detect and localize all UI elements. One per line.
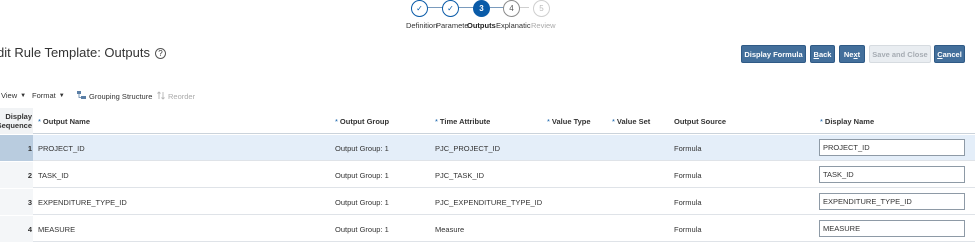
required-icon: * [547, 116, 550, 126]
cell-output-name: TASK_ID [38, 170, 69, 180]
grouping-structure-button[interactable]: Grouping Structure [77, 91, 152, 102]
cell-output-name: PROJECT_ID [38, 143, 85, 153]
column-header-display-sequence[interactable]: Display Sequence [0, 108, 33, 134]
save-and-close-button: Save and Close [869, 45, 931, 63]
display-name-input[interactable]: EXPENDITURE_TYPE_ID [819, 193, 965, 210]
train-label-parameters[interactable]: Paramete [436, 21, 469, 30]
required-icon: * [820, 116, 823, 126]
grouping-icon [77, 91, 86, 102]
column-header-output-name[interactable]: * Output Name [38, 108, 90, 134]
help-icon[interactable]: ? [154, 48, 166, 59]
cell-time-attribute: Measure [435, 224, 465, 234]
display-name-input[interactable]: PROJECT_ID [819, 139, 965, 156]
table-row[interactable]: 4 MEASURE Output Group: 1 Measure Formul… [0, 216, 975, 242]
train-label-review: Review [531, 21, 556, 30]
cell-output-group: Output Group: 1 [335, 170, 389, 180]
table-header: Display Sequence * Output Name * Output Gro… [0, 108, 975, 134]
cell-display-sequence: 4 [0, 216, 33, 242]
train-connector [520, 7, 529, 8]
back-button[interactable]: Back [810, 45, 835, 63]
train-stop-parameters[interactable]: ✓ [442, 0, 459, 17]
reorder-button: Reorder [157, 91, 195, 102]
table-row[interactable]: 2 TASK_ID Output Group: 1 PJC_TASK_ID Fo… [0, 162, 975, 188]
cell-time-attribute: PJC_TASK_ID [435, 170, 485, 180]
display-name-input[interactable]: TASK_ID [819, 166, 965, 183]
train-stepper: ✓ ✓ 3 4 5 Definition Paramete Outputs Ex… [0, 0, 975, 34]
reorder-icon [157, 91, 165, 102]
cell-output-name: EXPENDITURE_TYPE_ID [38, 197, 127, 207]
train-stop-outputs[interactable]: 3 [473, 0, 490, 17]
required-icon: * [612, 116, 615, 126]
checkmark-icon: ✓ [447, 4, 454, 13]
column-header-output-source[interactable]: Output Source [674, 108, 726, 134]
column-header-value-set[interactable]: * Value Set [612, 108, 650, 134]
table-row[interactable]: 1 PROJECT_ID Output Group: 1 PJC_PROJECT… [0, 135, 975, 161]
page-title: dit Rule Template: Outputs? [0, 45, 166, 60]
checkmark-icon: ✓ [416, 4, 423, 13]
column-header-time-attribute[interactable]: * Time Attribute [435, 108, 490, 134]
required-icon: * [38, 116, 41, 126]
cell-display-sequence: 2 [0, 162, 33, 188]
required-icon: * [335, 116, 338, 126]
train-stop-explanation[interactable]: 4 [503, 0, 520, 17]
cell-output-source: Formula [674, 197, 702, 207]
cell-output-group: Output Group: 1 [335, 143, 389, 153]
train-label-definition[interactable]: Definition [406, 21, 437, 30]
column-header-output-group[interactable]: * Output Group [335, 108, 389, 134]
cell-display-sequence: 1 [0, 135, 33, 161]
cell-display-sequence: 3 [0, 189, 33, 215]
cell-output-source: Formula [674, 170, 702, 180]
cell-output-source: Formula [674, 143, 702, 153]
cell-output-group: Output Group: 1 [335, 224, 389, 234]
train-label-explanation[interactable]: Explanatic [496, 21, 531, 30]
cell-time-attribute: PJC_PROJECT_ID [435, 143, 501, 153]
table-row[interactable]: 3 EXPENDITURE_TYPE_ID Output Group: 1 PJ… [0, 189, 975, 215]
cancel-button[interactable]: Cancel [934, 45, 965, 63]
caret-down-icon: ▼ [58, 92, 65, 99]
cell-time-attribute: PJC_EXPENDITURE_TYPE_ID [435, 197, 543, 207]
column-header-display-name[interactable]: * Display Name [820, 108, 874, 134]
cell-output-name: MEASURE [38, 224, 76, 234]
train-label-outputs[interactable]: Outputs [467, 21, 496, 30]
train-stop-definition[interactable]: ✓ [411, 0, 428, 17]
cell-output-group: Output Group: 1 [335, 197, 389, 207]
column-header-value-type[interactable]: * Value Type [547, 108, 591, 134]
view-menu[interactable]: View ▼ [1, 91, 26, 100]
display-formula-button[interactable]: Display Formula [741, 45, 806, 63]
train-connector [490, 7, 504, 8]
format-menu[interactable]: Format ▼ [32, 91, 65, 100]
train-stop-review: 5 [533, 0, 550, 17]
table-toolbar: View ▼ Format ▼ Grouping Structure Reorder [0, 91, 975, 103]
next-button[interactable]: Ne x t [839, 45, 865, 63]
page-title-text: dit Rule Template: Outputs [0, 45, 150, 60]
display-name-input[interactable]: MEASURE [819, 220, 965, 237]
cell-output-source: Formula [674, 224, 702, 234]
caret-down-icon: ▼ [20, 92, 27, 99]
required-icon: * [435, 116, 438, 126]
